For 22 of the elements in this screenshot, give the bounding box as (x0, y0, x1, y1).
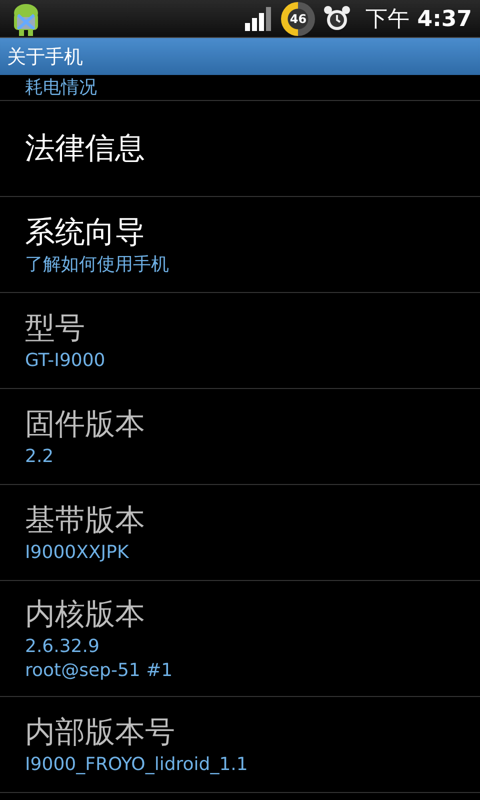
item-title: 内核版本 (25, 596, 146, 634)
item-summary: I9000XXJPK (25, 540, 130, 564)
item-title: 内部版本号 (25, 714, 176, 752)
item-title: 型号 (25, 310, 86, 348)
preference-row[interactable]: 法律信息 (0, 101, 480, 197)
signal-icon (245, 6, 274, 30)
screen-title: 关于手机 (7, 44, 83, 70)
item-summary: I9000_FROYO_lidroid_1.1 (25, 752, 249, 776)
item-summary: 了解如何使用手机 (25, 252, 170, 276)
item-summary: 2.6.32.9 (25, 634, 100, 658)
battery-indicator: 46 (281, 2, 316, 36)
clock: 下午 4:37 (365, 6, 472, 34)
item-title: 系统向导 (25, 214, 146, 252)
alarm-clock-icon (323, 4, 352, 32)
item-title: 法律信息 (25, 130, 146, 168)
item-summary: GT-I9000 (25, 348, 106, 372)
preference-row[interactable]: 系统向导 了解如何使用手机 (0, 197, 480, 293)
item-summary: 耗电情况 (25, 76, 97, 100)
item-summary: 2.2 (25, 444, 55, 468)
item-summary: root@sep-51 #1 (25, 658, 174, 682)
item-title: 基带版本 (25, 502, 146, 540)
item-title: 固件版本 (25, 406, 146, 444)
